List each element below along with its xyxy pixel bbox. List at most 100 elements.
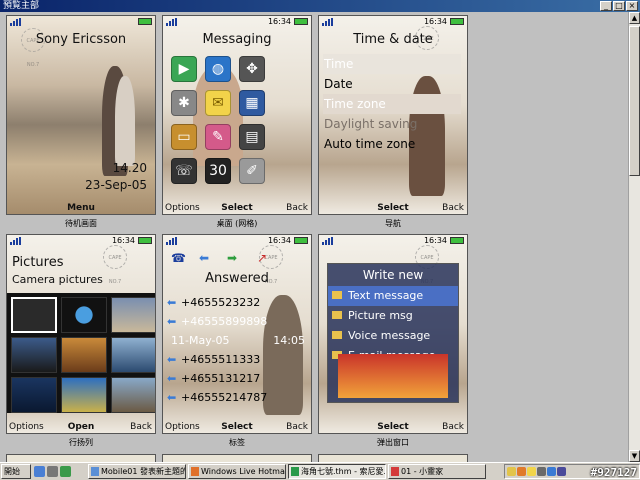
softkey-bar: Select Back	[319, 419, 467, 432]
preview-list[interactable]: 16:34 CAPE NO.7 Pictures Camera pictures…	[6, 234, 156, 447]
back-softkey[interactable]: Back	[442, 203, 464, 213]
internet-globe-icon[interactable]: ◍	[205, 56, 231, 82]
start-button[interactable]: 開始	[1, 464, 31, 479]
popup-item-picture-msg[interactable]: Picture msg	[328, 306, 458, 326]
back-softkey[interactable]: Back	[286, 422, 308, 432]
preview-popup[interactable]: 16:34 CAPE NO.7 Write new Text message P…	[318, 234, 468, 447]
desktop-icon[interactable]	[60, 466, 71, 477]
menu-softkey[interactable]: Menu	[7, 203, 155, 213]
screen-title: Sony Ericsson	[35, 32, 127, 47]
preview-next-row[interactable]	[162, 454, 312, 462]
status-clock: 16:34	[267, 236, 291, 245]
popup-item-text-message[interactable]: Text message	[328, 286, 458, 306]
tab-dialled-icon[interactable]: ➡	[227, 251, 237, 265]
tray-icon[interactable]	[557, 467, 566, 476]
phone-screen: 16:34 CAPE NO.7 Time & date Time Date Ti…	[318, 15, 468, 215]
battery-icon	[138, 237, 152, 244]
task-music[interactable]: 01 - 小靈家	[388, 464, 486, 479]
call-number: +4655523232	[181, 296, 261, 309]
tab-missed-icon[interactable]: ↗	[257, 251, 267, 265]
list-item[interactable]: ⬅ +4655131217	[167, 369, 309, 388]
settings-icon[interactable]: ✱	[171, 90, 197, 116]
window-title: 預覧主部	[3, 1, 40, 11]
preview-next-row[interactable]	[6, 454, 156, 462]
thumb-landscape[interactable]	[111, 297, 155, 333]
tab-answered-icon[interactable]: ⬅	[199, 251, 209, 265]
status-clock: 16:34	[267, 17, 291, 26]
task-mobile01[interactable]: Mobile01 發表新主題的...	[88, 464, 186, 479]
scroll-thumb[interactable]	[629, 26, 640, 176]
signal-icon	[166, 237, 177, 245]
back-softkey[interactable]: Back	[286, 203, 308, 213]
tab-all-calls-icon[interactable]: ☎	[171, 251, 186, 265]
status-bar: 16:34	[319, 235, 467, 247]
vertical-scrollbar[interactable]: ▲ ▼	[628, 12, 640, 462]
thumb-dog[interactable]	[61, 337, 107, 373]
status-bar: 16:34	[163, 16, 311, 28]
list-item[interactable]: ⬅ +46555899898	[167, 312, 309, 331]
back-softkey[interactable]: Back	[130, 422, 152, 432]
thumb-globe[interactable]	[61, 297, 107, 333]
tray-icon[interactable]	[507, 467, 516, 476]
thumb-bench[interactable]	[111, 377, 155, 413]
radio-icon[interactable]: ▤	[239, 124, 265, 150]
cell-caption: 标签	[229, 438, 245, 447]
ie-icon[interactable]	[34, 466, 45, 477]
status-clock: 16:34	[111, 236, 135, 245]
softkey-bar: Menu	[7, 200, 155, 213]
messaging-envelope-icon[interactable]: ✉	[205, 90, 231, 116]
call-number: +4655511333	[181, 353, 261, 366]
task-theme-editor[interactable]: 海角七號.thm - 索尼愛...	[288, 464, 386, 479]
cell-caption: 桌面 (网格)	[216, 219, 258, 228]
phone-screen: 16:34 CAPE NO.7 ☎ ⬅ ➡ ↗ Answered ⬅ +46555…	[162, 234, 312, 434]
minimize-button[interactable]: _	[600, 1, 612, 11]
phone-screen: CAPE NO.7 Sony Ericsson 14.20 23-Sep-05 …	[6, 15, 156, 215]
signal-icon	[322, 237, 333, 245]
call-list-icon[interactable]: ☏	[171, 158, 197, 184]
call-number: +46555899898	[181, 315, 268, 328]
scroll-down-button[interactable]: ▼	[629, 450, 640, 462]
back-softkey[interactable]: Back	[442, 422, 464, 432]
preview-desktop-grid[interactable]: 16:34 Messaging ▶ ◍ ✥ ✱ ✉ ▦ ▭ ✎ ▤ ☏ 30 ✐	[162, 15, 312, 228]
media-film-icon[interactable]: ▦	[239, 90, 265, 116]
thumb-lake[interactable]	[111, 337, 155, 373]
preview-tabs[interactable]: 16:34 CAPE NO.7 ☎ ⬅ ➡ ↗ Answered ⬅ +46555…	[162, 234, 312, 447]
file-manager-icon[interactable]: ▭	[171, 124, 197, 150]
media-icon[interactable]	[47, 466, 58, 477]
preview-standby[interactable]: CAPE NO.7 Sony Ericsson 14.20 23-Sep-05 …	[6, 15, 156, 228]
thumb-sea[interactable]	[11, 337, 57, 373]
tools-icon[interactable]: ✐	[239, 158, 265, 184]
task-hotmail[interactable]: Windows Live Hotmail -...	[188, 464, 286, 479]
call-number: +46555214787	[181, 391, 268, 404]
thumb-field[interactable]	[61, 377, 107, 413]
phone-screen: 16:34 CAPE NO.7 Pictures Camera pictures…	[6, 234, 156, 434]
thumb-folder[interactable]	[11, 297, 57, 333]
phonebook-icon[interactable]: ✎	[205, 124, 231, 150]
list-item[interactable]: ⬅ +4655511333	[167, 350, 309, 369]
tray-icon[interactable]	[527, 467, 536, 476]
list-item[interactable]: ⬅ +4655523232	[167, 293, 309, 312]
thumb-night[interactable]	[11, 377, 57, 413]
signal-icon	[10, 237, 21, 245]
tray-icon[interactable]	[517, 467, 526, 476]
popup-item-voice-message[interactable]: Voice message	[328, 326, 458, 346]
games-icon[interactable]: ✥	[239, 56, 265, 82]
menu-item-daylight-saving[interactable]: Daylight saving	[323, 114, 461, 134]
menu-item-time-zone[interactable]: Time zone	[323, 94, 461, 114]
scroll-up-button[interactable]: ▲	[629, 12, 640, 24]
tray-icon[interactable]	[537, 467, 546, 476]
calendar-icon[interactable]: 30	[205, 158, 231, 184]
list-item[interactable]: ⬅ +46555214787	[167, 388, 309, 407]
close-button[interactable]: ×	[626, 1, 638, 11]
maximize-button[interactable]: □	[613, 1, 625, 11]
menu-item-date[interactable]: Date	[323, 74, 461, 94]
folder-icon	[332, 311, 342, 319]
windows-taskbar: 開始 Mobile01 發表新主題的... Windows Live Hotma…	[0, 462, 640, 480]
play-icon[interactable]: ▶	[171, 56, 197, 82]
menu-item-time[interactable]: Time	[323, 54, 461, 74]
preview-next-row[interactable]	[318, 454, 468, 462]
tray-icon[interactable]	[547, 467, 556, 476]
preview-navigation[interactable]: 16:34 CAPE NO.7 Time & date Time Date Ti…	[318, 15, 468, 228]
woman-figure	[115, 76, 135, 166]
menu-item-auto-time-zone[interactable]: Auto time zone	[323, 134, 461, 154]
